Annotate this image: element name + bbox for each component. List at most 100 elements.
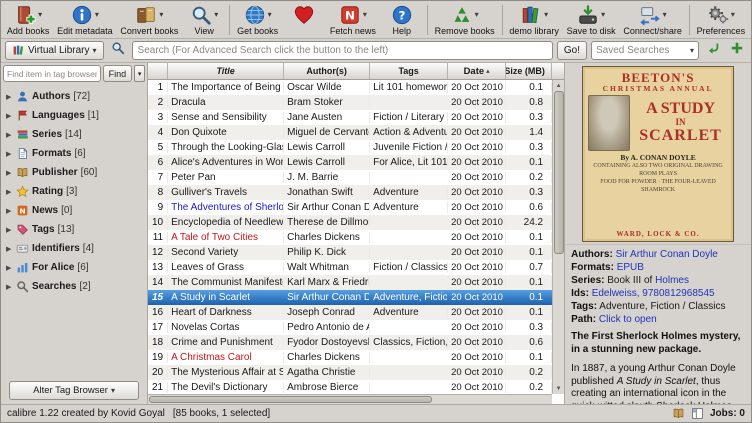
table-row[interactable]: 12Second VarietyPhilip K. Dick20 Oct 201… bbox=[148, 245, 552, 260]
toolbar-preferences-button[interactable]: ▾Preferences bbox=[693, 2, 749, 38]
save-search-button[interactable] bbox=[727, 41, 747, 60]
column-header-size[interactable]: Size (MB) bbox=[506, 63, 552, 79]
sidebar-item-publisher[interactable]: ▶Publisher[60] bbox=[1, 163, 147, 182]
vertical-scrollbar[interactable]: ▲ ▼ bbox=[552, 80, 564, 394]
chevron-right-icon[interactable]: ▶ bbox=[6, 112, 16, 120]
table-row[interactable]: 20The Mysterious Affair at StylesAgatha … bbox=[148, 365, 552, 380]
table-row[interactable]: 10Encyclopedia of NeedleworkTherese de D… bbox=[148, 215, 552, 230]
table-row[interactable]: 5Through the Looking-GlassLewis CarrollJ… bbox=[148, 140, 552, 155]
book-cover[interactable]: BEETON'S CHRISTMAS ANNUAL A STUDY IN SCA… bbox=[582, 66, 734, 242]
dropdown-arrow-icon[interactable]: ▾ bbox=[268, 10, 272, 19]
toolbar-help-button[interactable]: ?Help bbox=[380, 2, 424, 38]
horizontal-scrollbar[interactable] bbox=[148, 394, 552, 404]
sidebar-item-searches[interactable]: ▶Searches[2] bbox=[1, 277, 147, 296]
dropdown-arrow-icon[interactable]: ▾ bbox=[159, 10, 163, 19]
scroll-down-icon[interactable]: ▼ bbox=[556, 383, 562, 394]
metadata-field-value[interactable]: Click to open bbox=[599, 314, 657, 325]
toolbar-add-books-button[interactable]: ▾Add books bbox=[3, 2, 53, 38]
table-row[interactable]: 7Peter PanJ. M. Barrie20 Oct 20100.2 bbox=[148, 170, 552, 185]
table-row[interactable]: 16Heart of DarknessJoseph ConradAdventur… bbox=[148, 305, 552, 320]
chevron-right-icon[interactable]: ▶ bbox=[6, 226, 16, 234]
toolbar-convert-books-button[interactable]: ▾Convert books bbox=[117, 2, 183, 38]
table-row[interactable]: 8Gulliver's TravelsJonathan SwiftAdventu… bbox=[148, 185, 552, 200]
chevron-right-icon[interactable]: ▶ bbox=[6, 131, 16, 139]
toolbar-library-button[interactable]: ▾demo library bbox=[506, 2, 563, 38]
toolbar-view-button[interactable]: ▾View bbox=[182, 2, 226, 38]
table-row[interactable]: 1The Importance of Being Ear...Oscar Wil… bbox=[148, 80, 552, 95]
go-button[interactable]: Go! bbox=[557, 41, 587, 60]
column-header-rownum[interactable] bbox=[148, 63, 168, 79]
jobs-indicator[interactable]: Jobs: 0 bbox=[710, 408, 745, 419]
dropdown-arrow-icon[interactable]: ▾ bbox=[363, 10, 367, 19]
advanced-search-button[interactable] bbox=[108, 41, 128, 60]
table-row[interactable]: 21The Devil's DictionaryAmbrose Bierce20… bbox=[148, 380, 552, 394]
alter-tag-browser-button[interactable]: Alter Tag Browser ▾ bbox=[9, 381, 139, 400]
chevron-right-icon[interactable]: ▶ bbox=[6, 93, 16, 101]
sidebar-item-for-alice[interactable]: ▶For Alice[6] bbox=[1, 258, 147, 277]
table-row[interactable]: 11A Tale of Two CitiesCharles Dickens20 … bbox=[148, 230, 552, 245]
copy-search-to-saved-button[interactable] bbox=[703, 41, 723, 60]
scrollbar-thumb[interactable] bbox=[554, 91, 564, 254]
table-row[interactable]: 17Novelas CortasPedro Antonio de Alarcón… bbox=[148, 320, 552, 335]
chevron-right-icon[interactable]: ▶ bbox=[6, 169, 16, 177]
virtual-library-button[interactable]: Virtual Library ▾ bbox=[5, 41, 104, 60]
column-header-tags[interactable]: Tags bbox=[370, 63, 448, 79]
chevron-right-icon[interactable]: ▶ bbox=[6, 283, 16, 291]
find-options-button[interactable]: ▾ bbox=[134, 65, 145, 82]
sidebar-item-languages[interactable]: ▶Languages[1] bbox=[1, 106, 147, 125]
sidebar-item-tags[interactable]: ▶Tags[13] bbox=[1, 220, 147, 239]
sidebar-item-rating[interactable]: ▶Rating[3] bbox=[1, 182, 147, 201]
search-input[interactable] bbox=[132, 41, 553, 60]
metadata-field-value[interactable]: Holmes bbox=[655, 275, 689, 286]
sidebar-item-identifiers[interactable]: ▶Identifiers[4] bbox=[1, 239, 147, 258]
dropdown-arrow-icon[interactable]: ▾ bbox=[475, 10, 479, 19]
sidebar-item-series[interactable]: ▶Series[14] bbox=[1, 125, 147, 144]
sidebar-item-news[interactable]: ▶NNews[0] bbox=[1, 201, 147, 220]
chevron-right-icon[interactable]: ▶ bbox=[6, 264, 16, 272]
dropdown-arrow-icon[interactable]: ▾ bbox=[601, 10, 605, 19]
saved-searches-combo[interactable]: Saved Searches ▾ bbox=[591, 41, 699, 60]
dropdown-arrow-icon[interactable]: ▾ bbox=[95, 10, 99, 19]
sidebar-item-authors[interactable]: ▶Authors[72] bbox=[1, 87, 147, 106]
dropdown-arrow-icon[interactable]: ▾ bbox=[663, 10, 667, 19]
toolbar-donate-button[interactable] bbox=[282, 2, 326, 38]
chevron-right-icon[interactable]: ▶ bbox=[6, 207, 16, 215]
toolbar-save-to-disk-button[interactable]: ▾Save to disk bbox=[563, 2, 620, 38]
column-header-date[interactable]: Date▴ bbox=[448, 63, 506, 79]
dropdown-arrow-icon[interactable]: ▾ bbox=[38, 10, 42, 19]
tag-browser-find-input[interactable] bbox=[3, 65, 101, 82]
table-row[interactable]: 9The Adventures of Sherlock ...Sir Arthu… bbox=[148, 200, 552, 215]
row-number: 10 bbox=[148, 217, 168, 228]
toolbar-edit-metadata-button[interactable]: ▾Edit metadata bbox=[53, 2, 116, 38]
table-row[interactable]: 14The Communist ManifestoKarl Marx & Fri… bbox=[148, 275, 552, 290]
table-row[interactable]: 6Alice's Adventures in Wonder...Lewis Ca… bbox=[148, 155, 552, 170]
dropdown-arrow-icon[interactable]: ▾ bbox=[544, 10, 548, 19]
column-header-title[interactable]: Title bbox=[168, 63, 284, 79]
table-row[interactable]: 15A Study in ScarletSir Arthur Conan Doy… bbox=[148, 290, 552, 305]
toolbar-get-books-button[interactable]: ▾Get books bbox=[233, 2, 282, 38]
toolbar-fetch-news-button[interactable]: N▾Fetch news bbox=[326, 2, 380, 38]
dropdown-arrow-icon[interactable]: ▾ bbox=[214, 10, 218, 19]
find-button[interactable]: Find bbox=[103, 65, 133, 82]
book-details-toggle-icon[interactable] bbox=[672, 407, 685, 420]
metadata-field-value[interactable]: Sir Arthur Conan Doyle bbox=[616, 249, 718, 260]
chevron-right-icon[interactable]: ▶ bbox=[6, 245, 16, 253]
column-header-authors[interactable]: Author(s) bbox=[284, 63, 370, 79]
scrollbar-thumb[interactable] bbox=[149, 396, 432, 403]
table-row[interactable]: 19A Christmas CarolCharles Dickens20 Oct… bbox=[148, 350, 552, 365]
table-row[interactable]: 18Crime and PunishmentFyodor Dostoyevsky… bbox=[148, 335, 552, 350]
scroll-up-icon[interactable]: ▲ bbox=[556, 80, 562, 91]
toolbar-remove-books-button[interactable]: ▾Remove books bbox=[431, 2, 499, 38]
chevron-right-icon[interactable]: ▶ bbox=[6, 150, 16, 158]
toolbar-connect-share-button[interactable]: ▾Connect/share bbox=[620, 2, 686, 38]
metadata-field-value[interactable]: Edelweiss, 9780812968545 bbox=[592, 288, 715, 299]
dropdown-arrow-icon[interactable]: ▾ bbox=[731, 10, 735, 19]
table-row[interactable]: 13Leaves of GrassWalt WhitmanFiction / C… bbox=[148, 260, 552, 275]
layout-toggle-icon[interactable] bbox=[691, 407, 704, 420]
sidebar-item-formats[interactable]: ▶Formats[6] bbox=[1, 144, 147, 163]
chevron-right-icon[interactable]: ▶ bbox=[6, 188, 16, 196]
table-row[interactable]: 2DraculaBram Stoker20 Oct 20100.8 bbox=[148, 95, 552, 110]
table-row[interactable]: 4Don QuixoteMiguel de Cervantes Saa...Ac… bbox=[148, 125, 552, 140]
table-row[interactable]: 3Sense and SensibilityJane AustenFiction… bbox=[148, 110, 552, 125]
metadata-field-value[interactable]: EPUB bbox=[617, 262, 644, 273]
